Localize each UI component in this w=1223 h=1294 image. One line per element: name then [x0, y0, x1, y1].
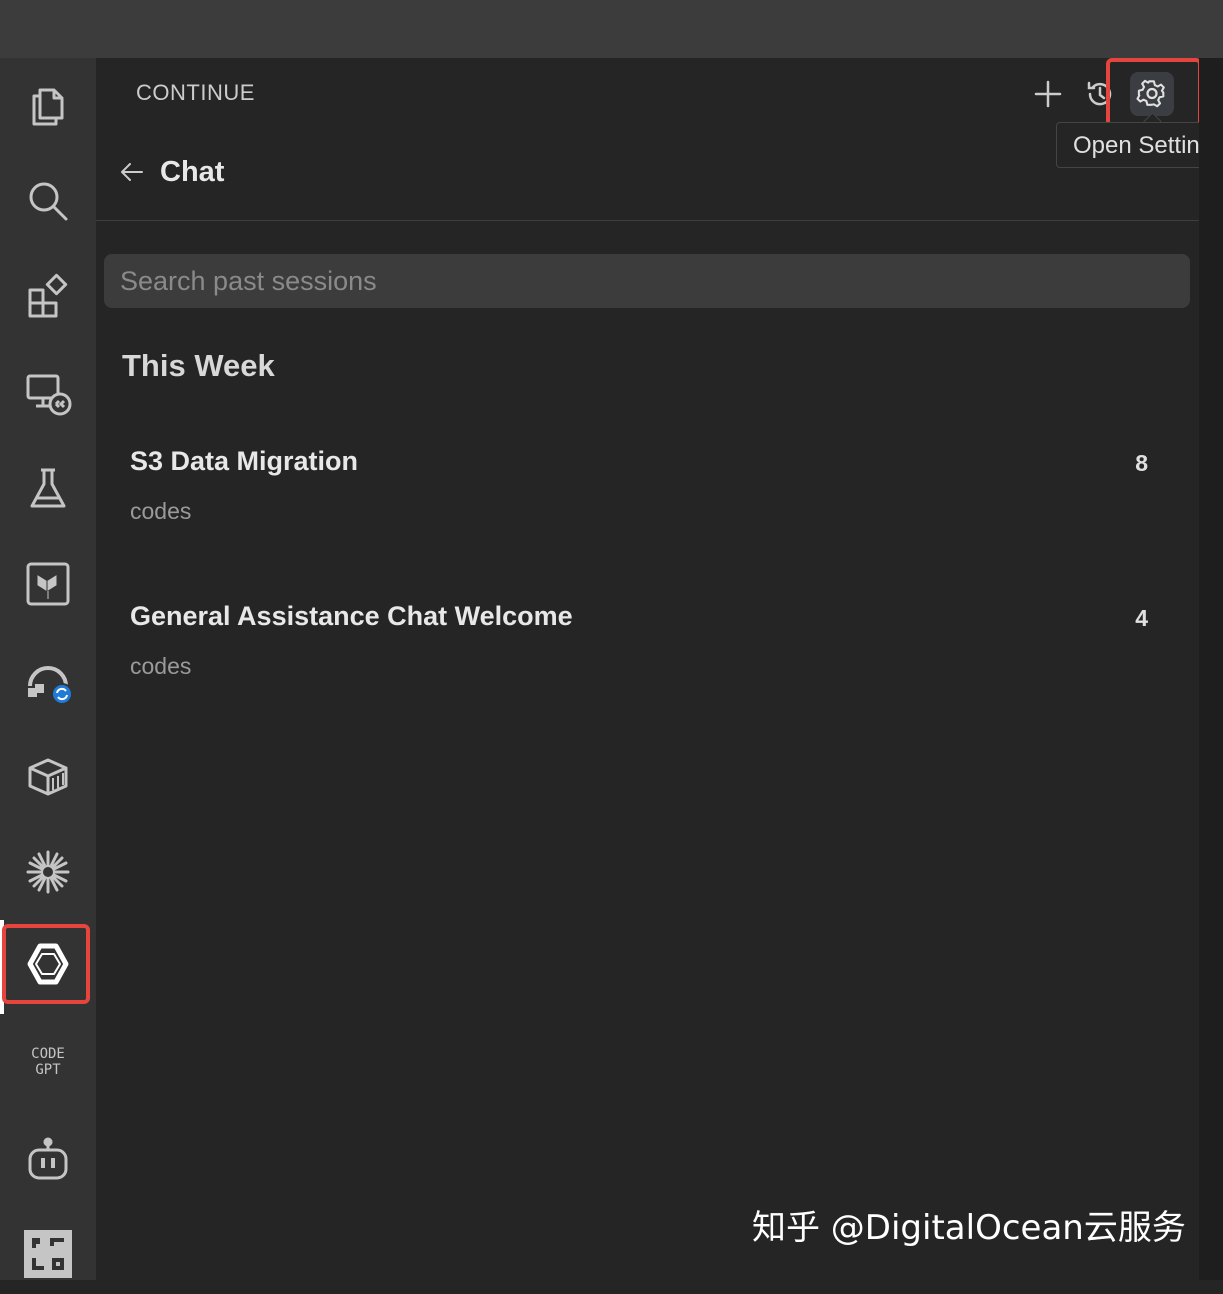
- title-bar: [0, 0, 1223, 58]
- codegpt-line1: CODE: [31, 1046, 65, 1062]
- settings-tooltip: Open Settings: [1056, 122, 1223, 168]
- back-arrow-icon[interactable]: [118, 158, 146, 186]
- activity-item-sparkle[interactable]: [0, 832, 96, 912]
- terraform-icon: [26, 562, 70, 606]
- new-session-button[interactable]: [1026, 72, 1070, 116]
- activity-item-testing[interactable]: [0, 448, 96, 528]
- session-item[interactable]: General Assistance Chat Welcome codes 4: [110, 585, 1160, 705]
- activity-item-codegpt[interactable]: CODE GPT: [0, 1020, 96, 1100]
- extensions-icon: [28, 273, 68, 318]
- activity-item-sync-extension[interactable]: [0, 640, 96, 720]
- session-subtitle: codes: [130, 653, 192, 679]
- container-box-icon: [28, 758, 68, 796]
- session-title: General Assistance Chat Welcome: [130, 601, 573, 631]
- search-icon: [29, 182, 68, 221]
- activity-item-grid-logo[interactable]: [0, 1214, 96, 1294]
- activity-item-containers[interactable]: [0, 736, 96, 816]
- activity-item-terraform[interactable]: [0, 544, 96, 624]
- session-count: 8: [1135, 450, 1148, 476]
- sync-extension-icon: [28, 666, 72, 704]
- activity-bar: CODE GPT: [0, 58, 96, 1280]
- page-title: Chat: [160, 156, 225, 188]
- session-count: 4: [1135, 605, 1148, 631]
- section-heading: This Week: [122, 348, 275, 383]
- codegpt-icon: CODE GPT: [31, 1046, 65, 1078]
- codegpt-line2: GPT: [35, 1062, 61, 1078]
- session-subtitle: codes: [130, 498, 192, 524]
- panel-title: CONTINUE: [136, 80, 255, 105]
- watermark: 知乎 @DigitalOcean云服务: [752, 1208, 1186, 1248]
- active-item-highlight: [2, 924, 90, 1004]
- editor-edge: [1199, 58, 1223, 1280]
- session-title: S3 Data Migration: [130, 446, 359, 476]
- search-sessions-input[interactable]: [104, 254, 1190, 308]
- sparkle-burst-icon: [26, 850, 70, 894]
- continue-panel: CONTINUE Open Settings Chat This Week S3…: [96, 58, 1223, 1280]
- remote-explorer-icon: [26, 374, 72, 416]
- activity-item-remote-explorer[interactable]: [0, 352, 96, 432]
- testing-flask-icon: [30, 468, 66, 508]
- activity-item-explorer[interactable]: [0, 66, 96, 146]
- session-item[interactable]: S3 Data Migration codes 8: [110, 430, 1160, 550]
- grid-logo-icon: [24, 1230, 72, 1278]
- activity-item-search[interactable]: [0, 161, 96, 241]
- activity-item-extensions[interactable]: [0, 256, 96, 336]
- robot-icon: [28, 1137, 68, 1180]
- header-divider: [96, 220, 1199, 221]
- plus-icon: [1034, 80, 1062, 108]
- activity-item-robot[interactable]: [0, 1120, 96, 1200]
- files-icon: [32, 88, 64, 126]
